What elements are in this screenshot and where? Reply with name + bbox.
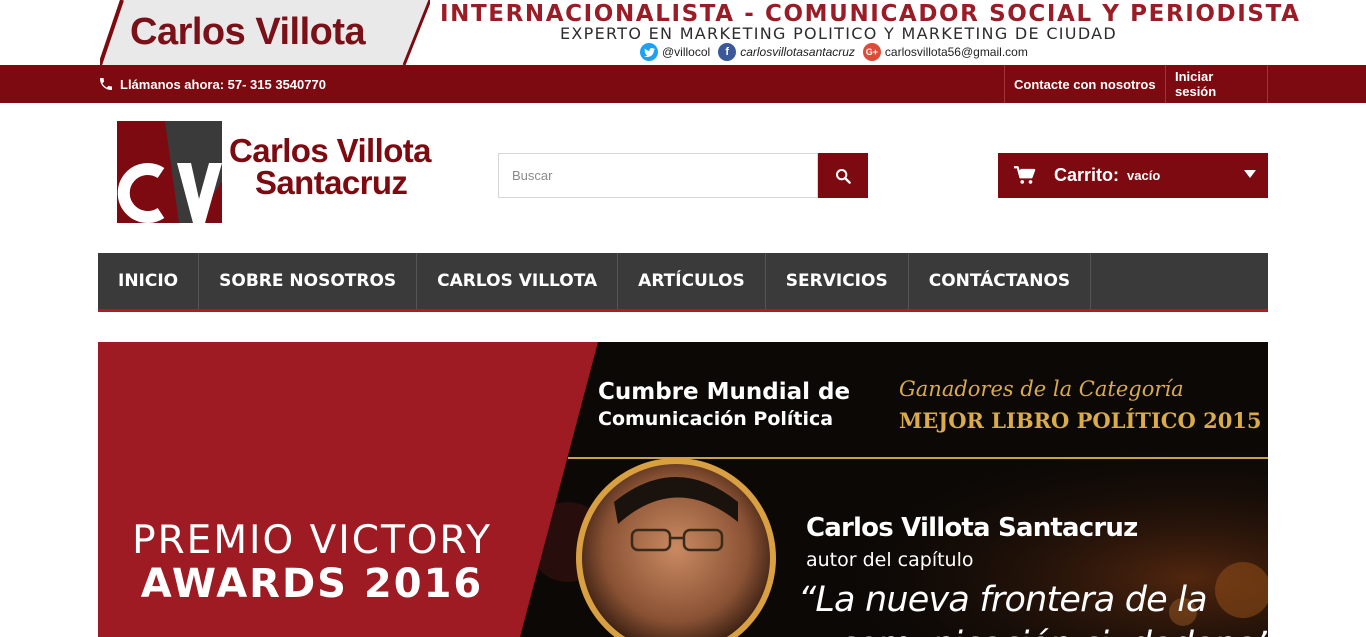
cart-icon [1014, 166, 1036, 185]
hero-awards-title: AWARDS 2016 [140, 561, 484, 607]
nav-item-carlos-villota[interactable]: CARLOS VILLOTA [417, 253, 619, 309]
nav-item-servicios[interactable]: SERVICIOS [766, 253, 909, 309]
social-facebook[interactable]: f carlosvillotasantacruz [718, 43, 855, 61]
search-input[interactable] [498, 153, 818, 198]
google-plus-handle: carlosvillota56@gmail.com [884, 45, 1028, 59]
cart-status: vacío [1127, 168, 1161, 183]
contact-us-link[interactable]: Contacte con nosotros [1004, 65, 1165, 103]
banner-socials: @villocol f carlosvillotasantacruz G+ ca… [640, 42, 1036, 62]
hero-quote-line-1: “La nueva frontera de la [798, 580, 1208, 620]
hero-premio-title: PREMIO VICTORY [132, 518, 492, 563]
utility-bar: Llámanos ahora: 57- 315 3540770 Contacte… [0, 65, 1366, 103]
chevron-down-icon [1244, 170, 1256, 178]
search-button[interactable] [818, 153, 868, 198]
phone-icon [100, 78, 112, 90]
phone-text: Llámanos ahora: 57- 315 3540770 [120, 76, 326, 92]
top-banner: Carlos Villota INTERNACIONALISTA - COMUN… [0, 0, 1366, 65]
nav-item-contactanos[interactable]: CONTÁCTANOS [909, 253, 1092, 309]
login-link[interactable]: Iniciar sesión [1165, 65, 1268, 103]
social-twitter[interactable]: @villocol [640, 43, 710, 61]
logo-wordmark: Carlos Villota Santacruz [229, 132, 432, 201]
hero-mejor-libro: MEJOR LIBRO POLÍTICO 2015 [899, 408, 1262, 433]
hero-slider[interactable]: PREMIO VICTORY AWARDS 2016 Cumbre Mundia… [98, 342, 1268, 637]
phone-callout: Llámanos ahora: 57- 315 3540770 [98, 65, 326, 103]
facebook-handle: carlosvillotasantacruz [740, 45, 855, 59]
search-icon [836, 168, 851, 184]
google-plus-icon: G+ [862, 43, 881, 61]
cv-monogram-logo [117, 121, 222, 223]
cart-title: Carrito: [1054, 165, 1120, 185]
nav-item-sobre-nosotros[interactable]: SOBRE NOSOTROS [199, 253, 418, 309]
twitter-icon [640, 43, 658, 61]
twitter-handle: @villocol [662, 45, 711, 59]
facebook-icon: f [718, 43, 737, 61]
banner-subline: EXPERTO EN MARKETING POLITICO Y MARKETIN… [560, 24, 1118, 43]
hero-cumbre-line-2: Comunicación Política [598, 408, 834, 430]
nav-item-articulos[interactable]: ARTÍCULOS [618, 253, 766, 309]
hero-quote-line-2: comunicación ciudadana” [838, 625, 1268, 637]
nav-item-inicio[interactable]: INICIO [98, 253, 200, 309]
hero-cumbre-title: Cumbre Mundial de Comunicación Política [598, 379, 850, 433]
logo-line-1: Carlos Villota [229, 132, 432, 169]
hero-ganadores: Ganadores de la Categoría [899, 377, 1184, 401]
social-google-plus[interactable]: G+ carlosvillota56@gmail.com [862, 43, 1028, 61]
brand-plate: Carlos Villota [100, 0, 430, 65]
cart-button[interactable]: Carrito: vacío [998, 153, 1268, 198]
hero-person-name: Carlos Villota Santacruz [806, 513, 1138, 543]
brand-name: Carlos Villota [130, 11, 366, 53]
logo-line-2: Santacruz [255, 164, 408, 201]
hero-autor: autor del capítulo [806, 549, 974, 571]
search-box [498, 153, 868, 198]
main-nav: INICIO SOBRE NOSOTROS CARLOS VILLOTA ART… [98, 253, 1268, 312]
hero-cumbre-line-1: Cumbre Mundial de [598, 379, 851, 405]
site-logo[interactable]: Carlos Villota Santacruz [117, 121, 462, 223]
